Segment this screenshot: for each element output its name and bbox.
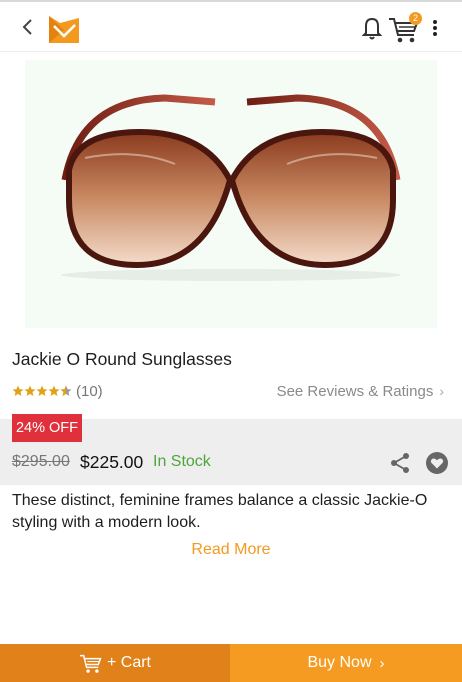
sale-price: $225.00 (80, 452, 144, 472)
product-description: These distinct, feminine frames balance … (12, 492, 428, 531)
bell-icon (361, 17, 383, 40)
top-app-bar: 2 (0, 0, 462, 52)
app-logo[interactable] (48, 14, 80, 44)
rating-count: (10) (76, 382, 103, 400)
chevron-left-icon (22, 19, 32, 35)
notifications-button[interactable] (360, 15, 384, 41)
rating-stars (12, 385, 72, 397)
buy-now-button[interactable]: Buy Now › (230, 644, 462, 682)
share-icon (391, 453, 409, 473)
cart-count-badge: 2 (409, 12, 422, 25)
chevron-right-icon: › (439, 383, 444, 399)
shopping-cart-icon (79, 654, 102, 673)
share-button[interactable] (388, 451, 412, 475)
stock-status: In Stock (153, 453, 211, 470)
cart-button[interactable]: 2 (388, 12, 424, 44)
envelope-logo-icon (49, 16, 79, 43)
star-half-icon (60, 385, 72, 396)
read-more-label: Read More (191, 541, 271, 558)
star-icon (36, 385, 48, 396)
see-reviews-label: See Reviews & Ratings (276, 382, 434, 400)
discount-badge: 24% OFF (12, 414, 82, 442)
add-to-cart-button[interactable]: + Cart (0, 644, 230, 682)
product-title: Jackie O Round Sunglasses (12, 349, 232, 369)
heart-icon (426, 452, 448, 474)
chevron-right-icon: › (379, 654, 385, 672)
buy-now-label: Buy Now (307, 654, 372, 671)
star-icon (48, 385, 60, 396)
original-price: $295.00 (12, 453, 70, 470)
more-vertical-icon (433, 20, 437, 36)
sunglasses-image (61, 94, 401, 281)
read-more-link[interactable]: Read More (0, 541, 462, 559)
overflow-menu-button[interactable] (428, 16, 442, 40)
star-icon (24, 385, 36, 396)
add-to-cart-label: + Cart (106, 654, 151, 671)
back-button[interactable] (16, 14, 40, 40)
see-reviews-link[interactable]: See Reviews & Ratings › (277, 381, 444, 401)
product-rating[interactable]: (10) (12, 381, 103, 401)
star-icon (12, 385, 24, 396)
bottom-action-bar: + Cart Buy Now › (0, 644, 462, 682)
product-image[interactable] (25, 60, 437, 328)
wishlist-button[interactable] (425, 451, 449, 475)
